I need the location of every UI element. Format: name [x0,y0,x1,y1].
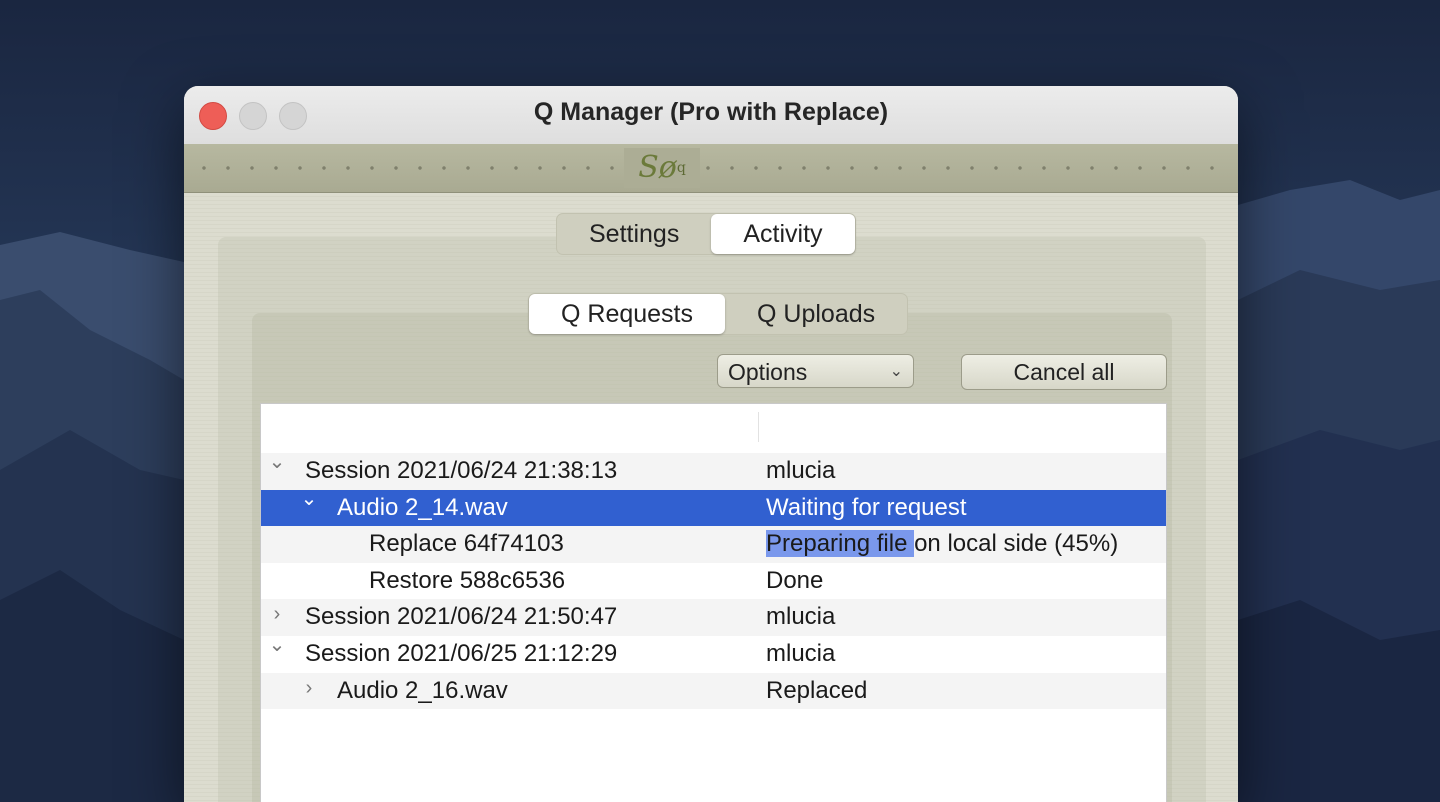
chevron-down-icon[interactable]: ⌄ [267,632,287,657]
title-bar[interactable]: Q Manager (Pro with Replace) [184,86,1238,145]
row-name: Audio 2_16.wav [337,676,508,704]
header-banner: Søq [184,144,1238,193]
table-body: ⌄ Session 2021/06/24 21:38:13 mlucia ⌄ Audio… [261,451,1166,710]
banner-dots [192,166,1230,170]
row-status: mlucia [766,603,836,631]
window-title: Q Manager (Pro with Replace) [533,98,889,126]
column-separator[interactable] [758,412,759,442]
table-row[interactable]: Restore 588c6536 Done [261,563,1166,600]
options-dropdown[interactable]: Options ⌄ [717,354,914,388]
row-name: Replace 64f74103 [369,530,564,558]
logo-text: Sø [638,150,677,185]
table-row[interactable]: ⌄ Audio 2_14.wav Waiting for request [261,488,1166,527]
chevron-down-icon: ⌄ [889,363,903,380]
sub-tab-control: Q Requests Q Uploads [528,293,909,335]
chevron-down-icon[interactable]: ⌄ [299,486,319,511]
chevron-down-icon[interactable]: ⌄ [267,449,287,474]
row-name: Session 2021/06/24 21:50:47 [305,603,618,631]
window-body: Settings Activity Q Requests Q Uploads O… [184,193,1238,802]
cancel-all-button[interactable]: Cancel all [961,354,1167,390]
options-label: Options [728,359,808,385]
main-tab-control: Settings Activity [556,213,856,255]
row-name: Session 2021/06/24 21:38:13 [305,457,618,484]
row-status: Replaced [766,676,868,704]
q-manager-window: Q Manager (Pro with Replace) Søq Setting… [184,86,1238,802]
row-name: Audio 2_14.wav [337,493,508,521]
table-row[interactable]: Replace 64f74103 Preparing file on local … [261,526,1166,563]
row-status: mlucia [766,457,836,484]
row-status: Waiting for request [766,493,967,521]
row-name: Restore 588c6536 [369,566,566,594]
table-row[interactable]: ⌄ Session 2021/06/25 21:12:29 mlucia [261,634,1166,673]
row-status: Done [766,566,824,594]
table-row[interactable]: ⌄ Session 2021/06/24 21:38:13 mlucia [261,451,1166,490]
tab-q-uploads[interactable]: Q Uploads [725,294,907,334]
logo-sup: q [676,160,686,176]
requests-outline-table[interactable]: ⌄ Session 2021/06/24 21:38:13 mlucia ⌄ Audio… [260,403,1167,802]
progress-remainder: on local side (45%) [914,530,1119,558]
tab-activity[interactable]: Activity [711,214,855,254]
chevron-right-icon[interactable]: › [299,677,319,700]
tab-q-requests[interactable]: Q Requests [529,294,726,334]
row-status: mlucia [766,639,836,667]
progress-highlight: Preparing file [766,530,915,558]
table-header [261,404,1166,453]
chevron-right-icon[interactable]: › [267,603,287,626]
app-logo: Søq [624,148,700,188]
table-row[interactable]: › Audio 2_16.wav Replaced [261,672,1166,710]
table-row[interactable]: › Session 2021/06/24 21:50:47 mlucia [261,599,1166,636]
tab-settings[interactable]: Settings [557,214,711,254]
row-name: Session 2021/06/25 21:12:29 [305,639,618,667]
row-status: Preparing file on local side (45%) [766,530,1118,558]
